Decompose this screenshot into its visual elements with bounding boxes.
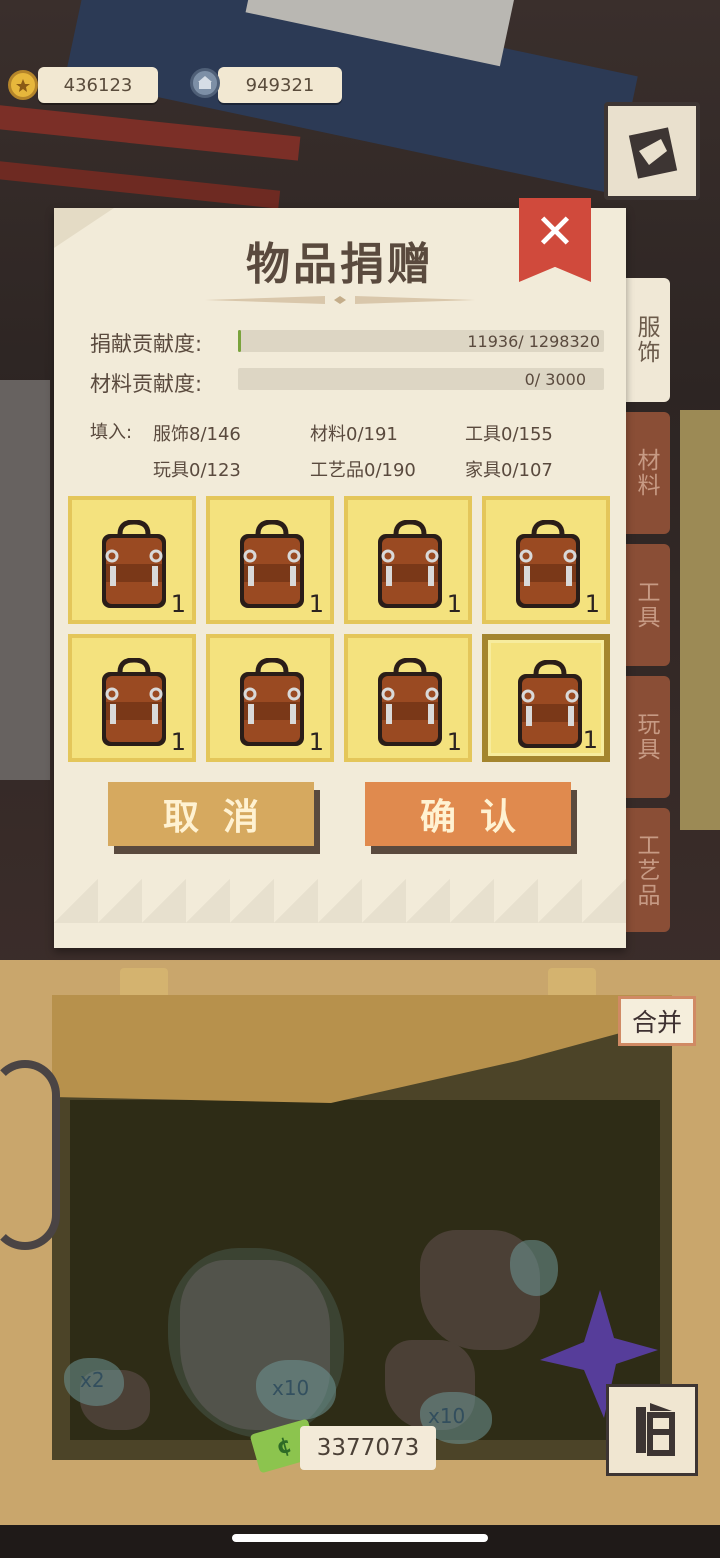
gem-counter: 949321 xyxy=(218,67,342,103)
fill-stat-tools: 工具0/155 xyxy=(465,424,553,445)
fill-prefix: 填入: xyxy=(90,422,133,443)
item-slot[interactable]: 1 xyxy=(68,496,196,624)
hanging-coat xyxy=(0,380,50,780)
backpack-icon xyxy=(102,520,166,608)
cash-amount: 3377073 xyxy=(316,1435,420,1461)
home-indicator[interactable] xyxy=(232,1534,488,1542)
close-icon: ✕ xyxy=(534,204,576,260)
fill-stat-crafts: 工艺品0/190 xyxy=(310,460,416,481)
sort-mode-icon xyxy=(636,1403,675,1456)
backpack-icon xyxy=(378,658,442,746)
gem-amount: 949321 xyxy=(245,74,315,96)
confirm-button[interactable]: 确认 xyxy=(365,782,571,846)
gold-counter: 436123 xyxy=(38,67,158,103)
item-slot[interactable]: 1 xyxy=(68,634,196,762)
count-badge: x10 xyxy=(428,1404,466,1428)
tab-label: 服饰 xyxy=(633,315,659,365)
journal-icon xyxy=(628,127,678,179)
fill-stat-toys: 玩具0/123 xyxy=(153,460,241,481)
tab-label: 玩具 xyxy=(633,712,659,762)
title-ornament xyxy=(205,296,475,304)
item-slot[interactable]: 1 xyxy=(482,634,610,762)
hook-icon xyxy=(0,1060,60,1250)
tab-clothing[interactable]: 服饰 xyxy=(622,278,670,402)
backpack-icon xyxy=(240,520,304,608)
backpack-icon xyxy=(518,660,582,748)
gold-amount: 436123 xyxy=(63,74,133,96)
backpack-icon xyxy=(516,520,580,608)
fill-stat-materials: 材料0/191 xyxy=(310,424,398,445)
tab-materials[interactable]: 材料 xyxy=(622,412,670,534)
tab-toys[interactable]: 玩具 xyxy=(622,676,670,798)
donation-progress-bar: 11936/ 1298320 xyxy=(238,330,604,352)
item-count: 1 xyxy=(170,590,186,618)
donation-label: 捐献贡献度: xyxy=(90,332,203,356)
fill-stat-clothing: 服饰8/146 xyxy=(153,424,241,445)
merge-button[interactable]: 合并 xyxy=(618,996,696,1046)
item-count: 1 xyxy=(308,728,324,756)
tab-label: 工具 xyxy=(633,580,659,630)
cancel-button[interactable]: 取消 xyxy=(108,782,314,846)
item-count: 1 xyxy=(582,726,598,754)
tab-label: 材料 xyxy=(633,448,659,498)
item-count: 1 xyxy=(446,590,462,618)
item-count: 1 xyxy=(308,590,324,618)
dialog-bottom-pattern xyxy=(54,878,626,923)
backpack-icon xyxy=(102,658,166,746)
item-count: 1 xyxy=(584,590,600,618)
item-slot[interactable]: 1 xyxy=(344,634,472,762)
item-slot[interactable]: 1 xyxy=(206,634,334,762)
item-count: 1 xyxy=(170,728,186,756)
count-badge: x10 xyxy=(272,1376,310,1400)
item-slot[interactable]: 1 xyxy=(482,496,610,624)
material-label: 材料贡献度: xyxy=(90,372,203,396)
material-progress-text: 0/ 3000 xyxy=(524,369,586,389)
gold-coin-icon xyxy=(8,70,38,100)
crate xyxy=(680,410,720,830)
count-badge: x2 xyxy=(80,1368,105,1392)
item-slot[interactable]: 1 xyxy=(344,496,472,624)
backpack-icon xyxy=(240,658,304,746)
donation-progress-fill xyxy=(238,330,242,352)
sort-mode-button[interactable] xyxy=(606,1384,698,1476)
item-count: 1 xyxy=(446,728,462,756)
item-slot[interactable]: 1 xyxy=(206,496,334,624)
tab-crafts[interactable]: 工艺品 xyxy=(622,808,670,932)
material-progress-bar: 0/ 3000 xyxy=(238,368,604,390)
tab-label: 工艺品 xyxy=(633,832,659,908)
backpack-icon xyxy=(378,520,442,608)
journal-button[interactable] xyxy=(604,102,700,200)
cash-counter: 3377073 xyxy=(300,1426,436,1470)
fill-stat-furniture: 家具0/107 xyxy=(465,460,553,481)
donation-progress-text: 11936/ 1298320 xyxy=(467,331,600,351)
gear-coin-icon xyxy=(190,68,220,98)
tab-tools[interactable]: 工具 xyxy=(622,544,670,666)
